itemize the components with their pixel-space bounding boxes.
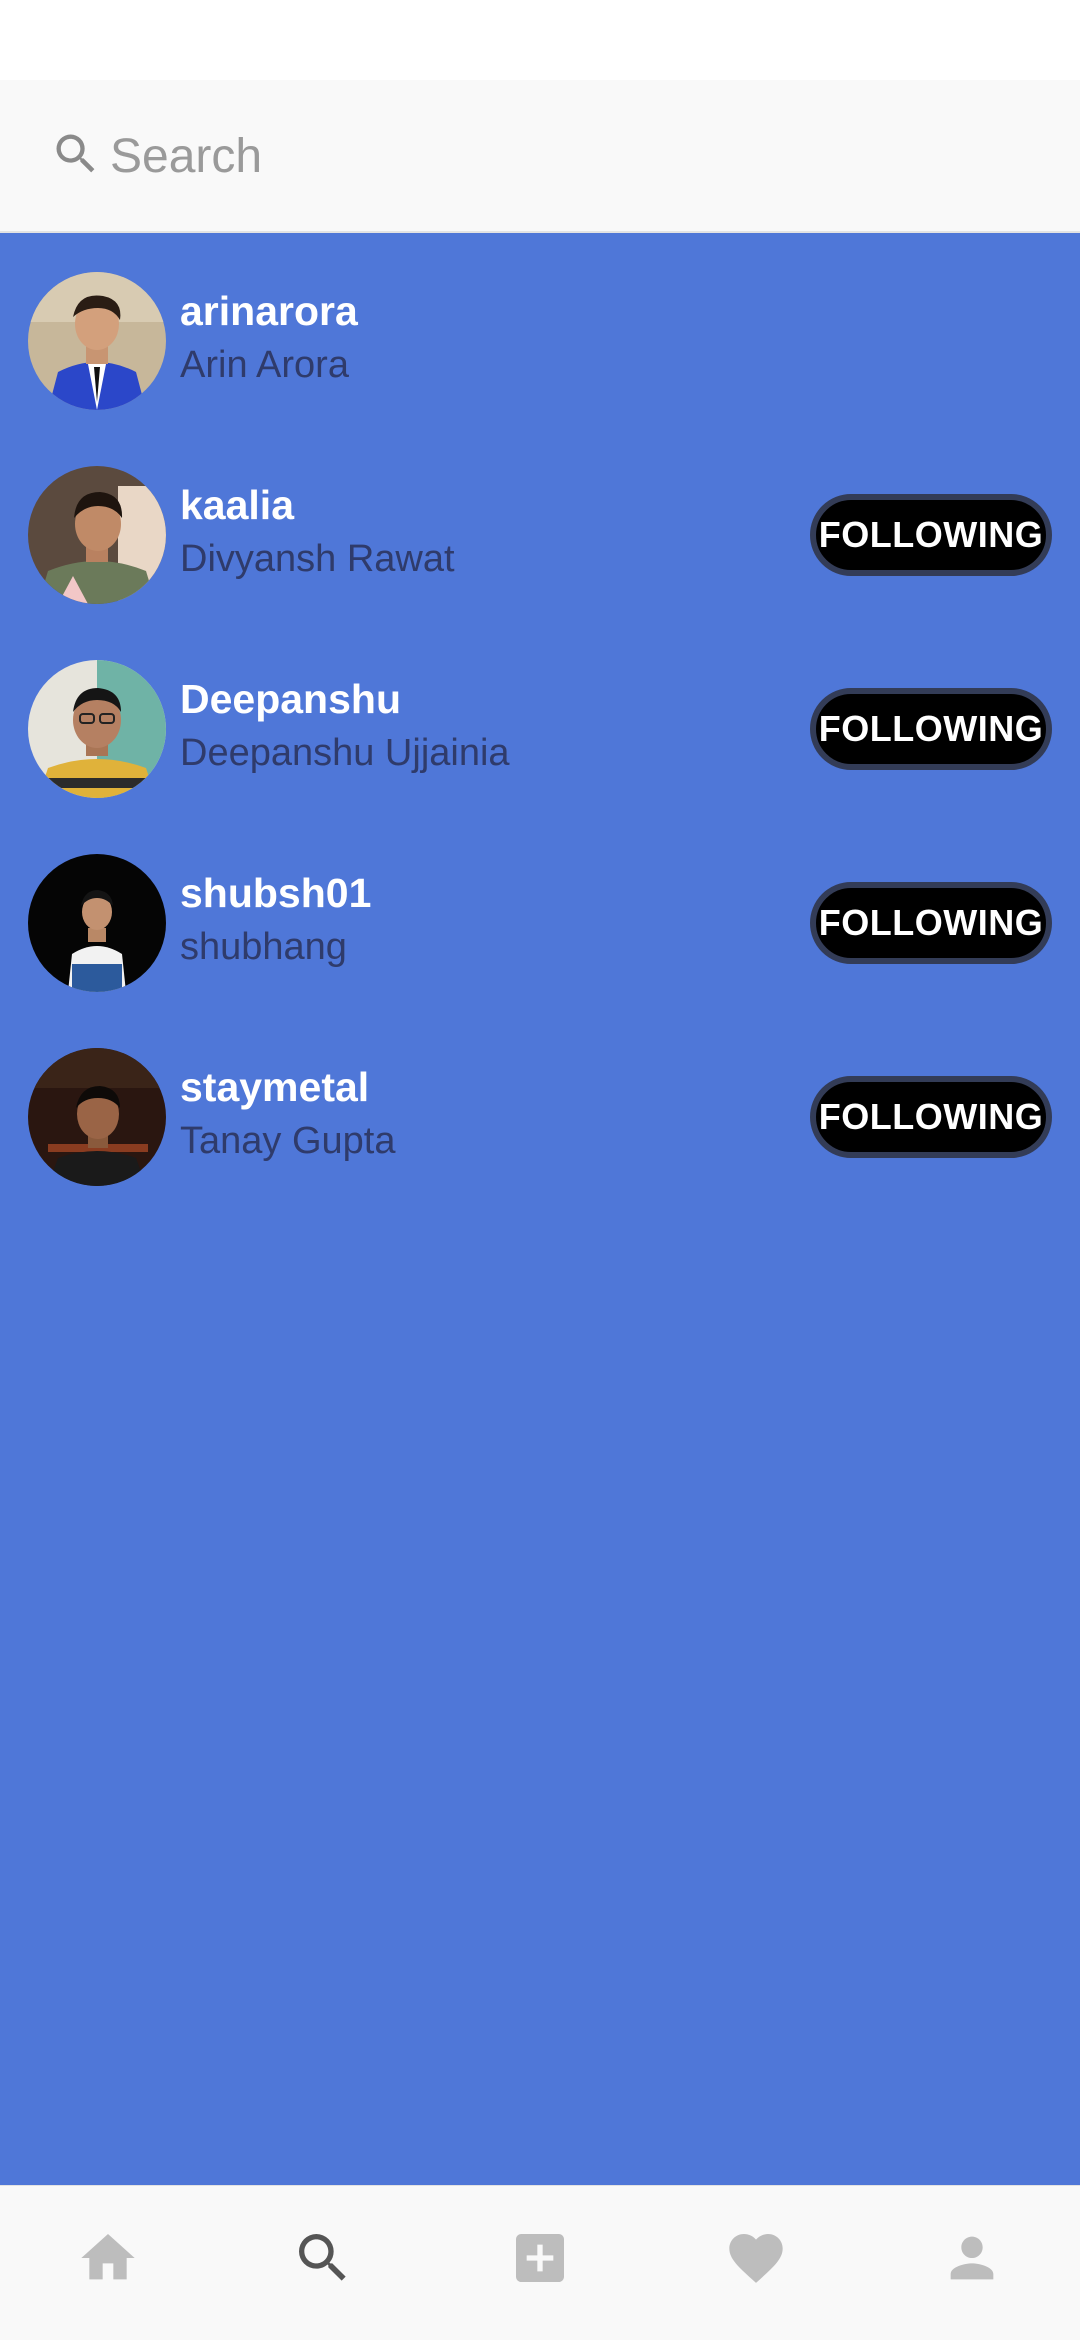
nav-add[interactable] <box>500 2218 580 2298</box>
heart-icon <box>729 2234 783 2283</box>
bottom-nav <box>0 2185 1080 2340</box>
nav-home[interactable] <box>68 2218 148 2298</box>
list-item[interactable]: arinarora Arin Arora <box>0 262 1080 422</box>
nav-activity[interactable] <box>716 2218 796 2298</box>
nav-profile[interactable] <box>932 2218 1012 2298</box>
nav-search[interactable] <box>283 2218 363 2298</box>
avatar[interactable] <box>28 660 166 798</box>
profile-icon <box>950 2236 994 2280</box>
list-item[interactable]: Deepanshu Deepanshu Ujjainia FOLLOWING <box>0 650 1080 810</box>
following-button[interactable]: FOLLOWING <box>810 882 1052 964</box>
search-bar <box>0 80 1080 233</box>
avatar[interactable] <box>28 466 166 604</box>
username: Deepanshu <box>180 676 401 722</box>
following-button[interactable]: FOLLOWING <box>810 688 1052 770</box>
search-icon <box>299 2234 346 2281</box>
username: staymetal <box>180 1064 370 1110</box>
full-name: Tanay Gupta <box>180 1120 396 1162</box>
full-name: Arin Arora <box>180 344 349 386</box>
add-icon <box>516 2234 564 2282</box>
home-icon <box>81 2234 135 2280</box>
username: shubsh01 <box>180 870 372 916</box>
full-name: shubhang <box>180 926 347 968</box>
search-icon <box>56 134 95 173</box>
following-button[interactable]: FOLLOWING <box>810 1076 1052 1158</box>
list-item[interactable]: shubsh01 shubhang FOLLOWING <box>0 844 1080 1004</box>
following-button[interactable]: FOLLOWING <box>810 494 1052 576</box>
list-item[interactable]: staymetal Tanay Gupta FOLLOWING <box>0 1038 1080 1198</box>
full-name: Divyansh Rawat <box>180 538 455 580</box>
user-list: arinarora Arin Arora kaalia Divyansh Raw… <box>0 233 1080 2185</box>
status-bar <box>0 0 1080 80</box>
avatar[interactable] <box>28 272 166 410</box>
avatar[interactable] <box>28 854 166 992</box>
avatar[interactable] <box>28 1048 166 1186</box>
list-item[interactable]: kaalia Divyansh Rawat FOLLOWING <box>0 456 1080 616</box>
search-input[interactable] <box>110 116 1010 196</box>
username: arinarora <box>180 288 358 334</box>
username: kaalia <box>180 482 294 528</box>
full-name: Deepanshu Ujjainia <box>180 732 510 774</box>
